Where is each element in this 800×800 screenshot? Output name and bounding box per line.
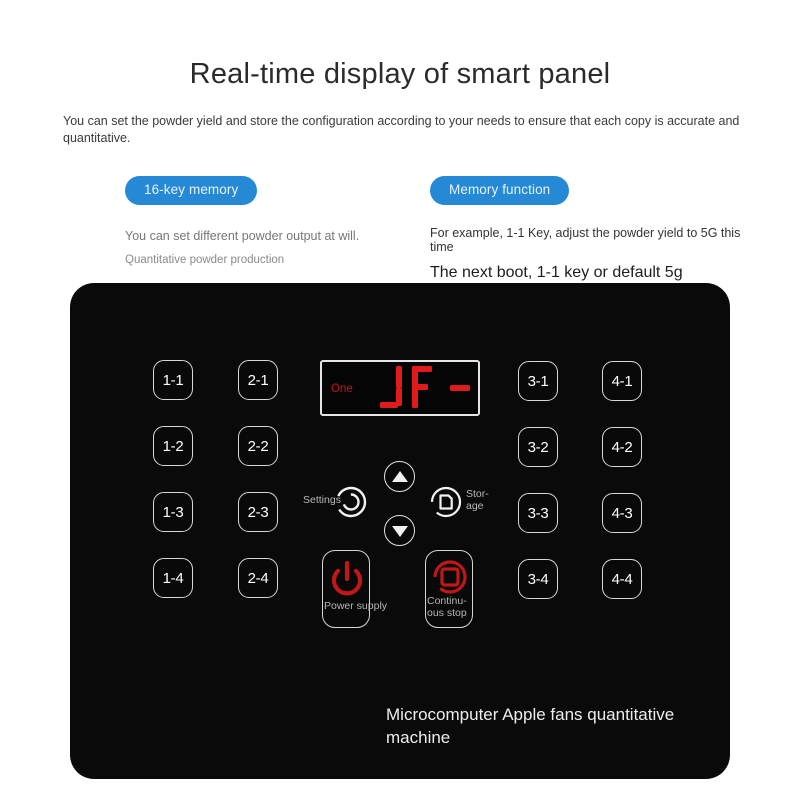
memory-key-1-1[interactable]: 1-1 (153, 360, 193, 400)
continuous-stop-label: Continu- ous stop (427, 595, 467, 619)
memory-key-4-2[interactable]: 4-2 (602, 427, 642, 467)
memory-key-3-4[interactable]: 3-4 (518, 559, 558, 599)
memory-key-2-3[interactable]: 2-3 (238, 492, 278, 532)
page-title: Real-time display of smart panel (189, 58, 611, 90)
badge-memory-function[interactable]: Memory function (430, 176, 570, 205)
smart-control-panel: 1-1 1-2 1-3 1-4 2-1 2-2 2-3 2-4 3-1 3-2 … (70, 283, 730, 779)
decrease-button[interactable] (384, 515, 415, 546)
led-display: One (320, 360, 480, 416)
memory-key-3-2[interactable]: 3-2 (518, 427, 558, 467)
power-supply-label: Power supply (324, 600, 388, 612)
storage-icon[interactable] (430, 486, 462, 518)
memory-key-4-1[interactable]: 4-1 (602, 361, 642, 401)
feature-right-line2: The next boot, 1-1 key or default 5g (430, 263, 683, 281)
led-display-digits (378, 366, 478, 412)
triangle-down-icon (391, 525, 408, 537)
memory-key-4-3[interactable]: 4-3 (602, 493, 642, 533)
panel-brand-text: Microcomputer Apple fans quantitative ma… (386, 705, 675, 747)
memory-key-1-4[interactable]: 1-4 (153, 558, 193, 598)
power-supply-button[interactable] (322, 550, 370, 628)
memory-key-2-4[interactable]: 2-4 (238, 558, 278, 598)
triangle-up-icon (391, 470, 408, 482)
feature-right-line1: For example, 1-1 Key, adjust the powder … (430, 225, 741, 255)
led-display-label: One (331, 383, 353, 395)
increase-button[interactable] (384, 461, 415, 492)
page-intro-text: You can set the powder yield and store t… (63, 114, 740, 145)
memory-key-4-4[interactable]: 4-4 (602, 559, 642, 599)
settings-label: Settings (303, 494, 341, 506)
storage-label: Stor- age (466, 488, 489, 512)
memory-key-2-1[interactable]: 2-1 (238, 360, 278, 400)
memory-key-1-3[interactable]: 1-3 (153, 492, 193, 532)
feature-left-line1: You can set different powder output at w… (125, 228, 360, 243)
power-icon (331, 560, 363, 596)
memory-key-3-1[interactable]: 3-1 (518, 361, 558, 401)
feature-left-line2: Quantitative powder production (125, 253, 285, 266)
memory-key-1-2[interactable]: 1-2 (153, 426, 193, 466)
feature-block-16-key-memory: 16-key memory You can set different powd… (125, 176, 425, 267)
badge-16-key-memory[interactable]: 16-key memory (125, 176, 258, 205)
memory-key-2-2[interactable]: 2-2 (238, 426, 278, 466)
memory-key-3-3[interactable]: 3-3 (518, 493, 558, 533)
feature-block-memory-function: Memory function For example, 1-1 Key, ad… (430, 176, 760, 282)
